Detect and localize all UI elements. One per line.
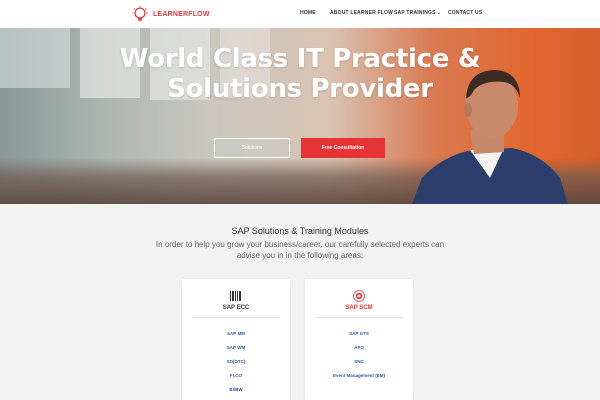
card-link[interactable]: SAP MM xyxy=(182,331,290,345)
lightbulb-icon xyxy=(132,5,148,21)
card-link[interactable]: SAP WM xyxy=(182,345,290,359)
card-link[interactable]: SD(OTC) xyxy=(182,359,290,373)
card-sap-ecc: SAP ECC SAP MM SAP WM SD(OTC) FI.CO BI/B… xyxy=(182,279,290,400)
brand-name: LEARNERFLOW xyxy=(153,10,210,18)
window-panel xyxy=(0,28,70,88)
top-navbar: LEARNERFLOW HOME ABOUT LEARNER FLOW SAP … xyxy=(0,0,600,28)
card-link[interactable]: Event Management (EM) xyxy=(305,373,413,387)
free-consultation-button[interactable]: Free Consultation xyxy=(301,138,385,158)
hero-title-line1: World Class IT Practice & xyxy=(119,44,481,74)
solutions-button[interactable]: Solutions xyxy=(214,138,290,158)
chevron-down-icon: ⌄ xyxy=(436,10,442,16)
nav-home[interactable]: HOME xyxy=(300,10,316,16)
hero-title-line2: Solutions Provider xyxy=(167,74,433,104)
target-icon xyxy=(353,290,365,302)
card-link[interactable]: BI/BW xyxy=(182,387,290,400)
card-title: SAP ECC xyxy=(222,305,250,311)
section-subtitle: In order to help you grow your business/… xyxy=(155,240,445,260)
card-divider xyxy=(315,317,403,318)
hero-title: World Class IT Practice & Solutions Prov… xyxy=(118,44,482,104)
brand-logo[interactable]: LEARNERFLOW xyxy=(131,5,210,23)
card-link-list: SAP MM SAP WM SD(OTC) FI.CO BI/BW xyxy=(182,331,290,400)
card-sap-scm: SAP SCM SAP GTS APO SNC Event Management… xyxy=(305,279,413,400)
nav-sap-trainings[interactable]: SAP TRAININGS⌄ xyxy=(394,10,441,16)
nav-contact[interactable]: CONTACT US xyxy=(448,10,482,16)
barcode-icon xyxy=(230,291,241,301)
card-link[interactable]: SNC xyxy=(305,359,413,373)
nav-sap-trainings-label: SAP TRAININGS xyxy=(394,10,436,16)
section-title: SAP Solutions & Training Modules xyxy=(231,226,369,236)
card-divider xyxy=(192,317,280,318)
card-link-list: SAP GTS APO SNC Event Management (EM) xyxy=(305,331,413,387)
card-link[interactable]: FI.CO xyxy=(182,373,290,387)
card-link[interactable]: APO xyxy=(305,345,413,359)
card-link[interactable]: SAP GTS xyxy=(305,331,413,345)
card-title: SAP SCM xyxy=(345,305,373,311)
nav-about[interactable]: ABOUT LEARNER FLOW xyxy=(330,10,393,16)
